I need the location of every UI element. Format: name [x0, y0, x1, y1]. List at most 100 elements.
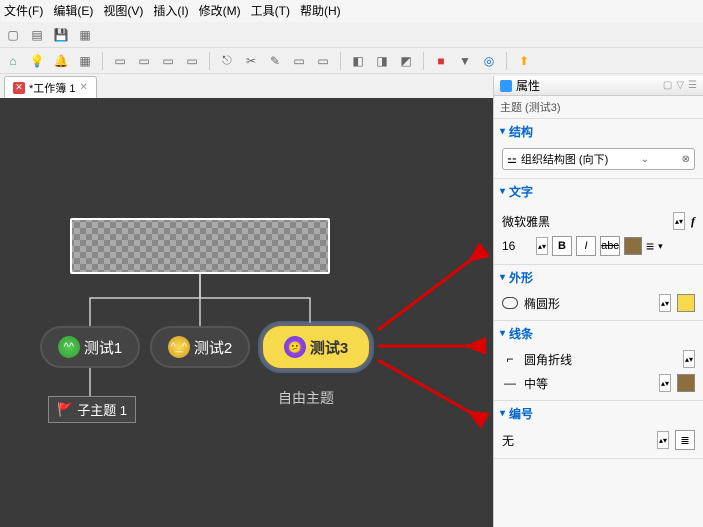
connections — [0, 98, 493, 527]
pen-icon[interactable]: ✎ — [266, 52, 284, 70]
workspace: ^^ 测试1 ^_^ 测试2 😕 测试3 🚩 子主题 1 自由主题 属性 — [0, 76, 703, 527]
structure-dropdown[interactable]: ⚍ 组织结构图 (向下) ⌄ ⊗ — [502, 148, 695, 170]
cut-icon[interactable]: ✂ — [242, 52, 260, 70]
shape-header[interactable]: 外形 — [494, 265, 703, 290]
align-icon[interactable]: ≡ — [646, 238, 654, 254]
emoji-purple-icon: 😕 — [284, 336, 306, 358]
panel-subtitle: 主题 (测试3) — [494, 96, 703, 119]
new-icon[interactable]: ▢ — [4, 26, 22, 44]
a-icon[interactable]: ▭ — [111, 52, 129, 70]
panel-min-icon[interactable]: ▢ — [663, 80, 672, 91]
numbering-value[interactable]: 无 — [502, 432, 651, 449]
bulb-icon[interactable]: 💡 — [28, 52, 46, 70]
line-color-swatch[interactable] — [677, 374, 695, 392]
save2-icon[interactable]: ▦ — [76, 26, 94, 44]
line-weight[interactable]: 中等 — [524, 375, 653, 392]
line-style[interactable]: 圆角折线 — [524, 351, 677, 368]
toolbar-primary: ▢ ▤ 💾 ▦ — [0, 22, 703, 48]
chevron-down-icon: ⌄ — [641, 154, 649, 165]
panel-icon — [500, 80, 512, 92]
menu-tools[interactable]: 工具(T) — [251, 2, 290, 20]
font-name[interactable]: 微软雅黑 — [502, 213, 667, 230]
h-icon[interactable]: ◨ — [373, 52, 391, 70]
menu-modify[interactable]: 修改(M) — [199, 2, 241, 20]
home-icon[interactable]: ⌂ — [4, 52, 22, 70]
bold-button[interactable]: B — [552, 236, 572, 256]
f-icon[interactable]: ▭ — [314, 52, 332, 70]
e-icon[interactable]: ▭ — [290, 52, 308, 70]
b-icon[interactable]: ▭ — [135, 52, 153, 70]
g-icon[interactable]: ◧ — [349, 52, 367, 70]
menu-help[interactable]: 帮助(H) — [300, 2, 341, 20]
shape-stepper[interactable]: ▴▾ — [659, 294, 671, 312]
mindmap-canvas[interactable]: ^^ 测试1 ^_^ 测试2 😕 测试3 🚩 子主题 1 自由主题 — [0, 98, 493, 527]
target-icon[interactable]: ◎ — [480, 52, 498, 70]
section-numbering: 编号 无 ▴▾ ≣ — [494, 401, 703, 459]
line-header[interactable]: 线条 — [494, 321, 703, 346]
properties-panel: 属性 ▢ ▽ ☰ 主题 (测试3) 结构 ⚍ 组织结构图 (向下) ⌄ ⊗ 文字 — [493, 76, 703, 527]
size-stepper[interactable]: ▴▾ — [536, 237, 548, 255]
tab-close-icon[interactable]: ✕ — [79, 82, 87, 93]
stop-icon[interactable]: ■ — [432, 52, 450, 70]
org-chart-icon: ⚍ — [507, 153, 517, 166]
panel-opt-icon[interactable]: ▽ — [676, 80, 684, 91]
lineweight-stepper[interactable]: ▴▾ — [659, 374, 671, 392]
toolbar-secondary: ⌂ 💡 🔔 ▦ ▭ ▭ ▭ ▭ ⎋ ✂ ✎ ▭ ▭ ◧ ◨ ◩ ■ ▼ ◎ ⬆ — [0, 48, 703, 74]
child-topic-3[interactable]: 😕 测试3 — [260, 323, 372, 371]
numbering-stepper[interactable]: ▴▾ — [657, 431, 669, 449]
tree-icon[interactable]: ⎋ — [218, 52, 236, 70]
j-icon[interactable]: ▼ — [456, 52, 474, 70]
font-size[interactable]: 16 — [502, 239, 532, 253]
root-topic[interactable] — [70, 218, 330, 274]
child-topic-2[interactable]: ^_^ 测试2 — [150, 326, 250, 368]
section-text: 文字 微软雅黑 ▴▾ f 16 ▴▾ B I abc ≡ ▾ — [494, 179, 703, 265]
tab-bar: ✕ *工作簿 1 ✕ — [4, 76, 97, 98]
strike-button[interactable]: abc — [600, 236, 620, 256]
numbering-header[interactable]: 编号 — [494, 401, 703, 426]
section-structure: 结构 ⚍ 组织结构图 (向下) ⌄ ⊗ — [494, 119, 703, 179]
text-header[interactable]: 文字 — [494, 179, 703, 204]
linestyle-stepper[interactable]: ▴▾ — [683, 350, 695, 368]
subtopic-1[interactable]: 🚩 子主题 1 — [48, 396, 136, 423]
numbering-opt-icon[interactable]: ≣ — [675, 430, 695, 450]
up-arrow-icon[interactable]: ⬆ — [515, 52, 533, 70]
reset-icon[interactable]: ⊗ — [682, 154, 690, 165]
menu-insert[interactable]: 插入(I) — [153, 2, 188, 20]
tab-x-icon: ✕ — [13, 82, 25, 94]
menu-edit[interactable]: 编辑(E) — [53, 2, 93, 20]
shape-value[interactable]: 椭圆形 — [524, 295, 653, 312]
emoji-yellow-icon: ^_^ — [168, 336, 190, 358]
font-picker-icon[interactable]: f — [691, 214, 695, 229]
bell-icon[interactable]: 🔔 — [52, 52, 70, 70]
flag-icon: 🚩 — [57, 402, 73, 418]
panel-header: 属性 ▢ ▽ ☰ — [494, 76, 703, 96]
panel-menu-icon[interactable]: ☰ — [688, 80, 697, 91]
polyline-icon: ⌐ — [502, 353, 518, 365]
child1-label: 测试1 — [84, 337, 122, 358]
d-icon[interactable]: ▭ — [183, 52, 201, 70]
italic-button[interactable]: I — [576, 236, 596, 256]
grid1-icon[interactable]: ▦ — [76, 52, 94, 70]
subtopic-label: 子主题 1 — [77, 400, 127, 419]
menu-file[interactable]: 文件(F) — [4, 2, 43, 20]
structure-value: 组织结构图 (向下) — [521, 151, 608, 167]
text-color-swatch[interactable] — [624, 237, 642, 255]
menu-view[interactable]: 视图(V) — [103, 2, 143, 20]
open-icon[interactable]: ▤ — [28, 26, 46, 44]
section-line: 线条 ⌐ 圆角折线 ▴▾ — 中等 ▴▾ — [494, 321, 703, 401]
align-dd-icon[interactable]: ▾ — [658, 241, 663, 252]
workbook-tab[interactable]: ✕ *工作簿 1 ✕ — [4, 76, 97, 98]
panel-title: 属性 — [516, 77, 540, 94]
annotation-arrows — [0, 98, 493, 527]
i-icon[interactable]: ◩ — [397, 52, 415, 70]
child-topic-1[interactable]: ^^ 测试1 — [40, 326, 140, 368]
line-weight-icon: — — [502, 377, 518, 389]
fill-color-swatch[interactable] — [677, 294, 695, 312]
ellipse-icon — [502, 297, 518, 309]
font-stepper[interactable]: ▴▾ — [673, 212, 685, 230]
c-icon[interactable]: ▭ — [159, 52, 177, 70]
child2-label: 测试2 — [194, 337, 232, 358]
tab-title: *工作簿 1 — [29, 80, 75, 96]
save-icon[interactable]: 💾 — [52, 26, 70, 44]
structure-header[interactable]: 结构 — [494, 119, 703, 144]
